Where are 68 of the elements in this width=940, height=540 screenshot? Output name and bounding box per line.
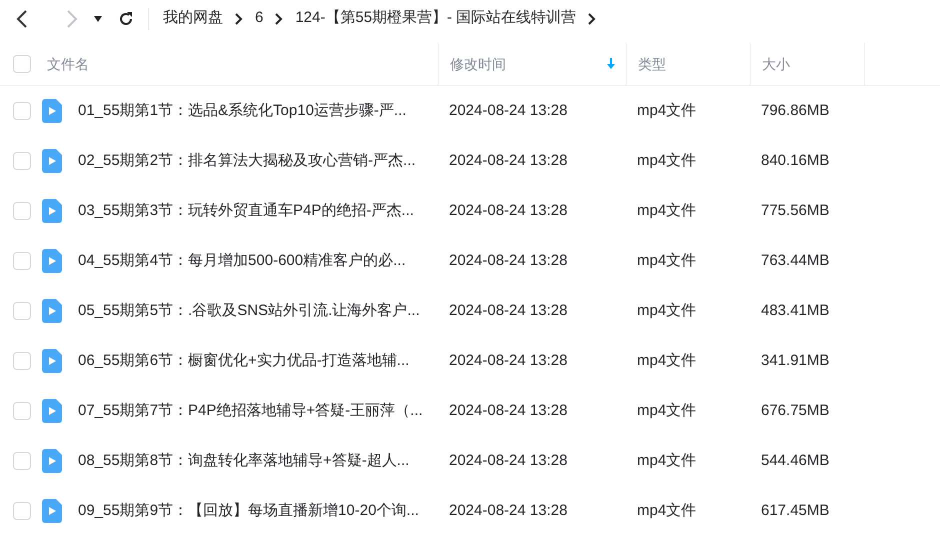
file-type: mp4文件 xyxy=(636,300,698,321)
checkbox[interactable] xyxy=(13,452,31,470)
modified-time: 2024-08-24 13:28 xyxy=(448,100,568,121)
file-type: mp4文件 xyxy=(636,200,698,221)
checkbox[interactable] xyxy=(13,402,31,420)
modified-time: 2024-08-24 13:28 xyxy=(448,450,568,471)
file-size: 676.75MB xyxy=(760,400,830,421)
file-type: mp4文件 xyxy=(636,500,698,521)
file-name[interactable]: 01_55期第1节：选品&系统化Top10运营步骤-严... xyxy=(78,100,406,122)
file-type: mp4文件 xyxy=(636,450,698,471)
refresh-icon[interactable] xyxy=(118,10,134,26)
modified-time: 2024-08-24 13:28 xyxy=(448,300,568,321)
file-name[interactable]: 03_55期第3节：玩转外贸直通车P4P的绝招-严杰... xyxy=(78,200,414,222)
checkbox[interactable] xyxy=(13,102,31,120)
checkbox[interactable] xyxy=(13,502,31,520)
checkbox[interactable] xyxy=(13,202,31,220)
video-file-icon xyxy=(42,499,62,523)
file-size: 617.45MB xyxy=(760,500,830,521)
breadcrumb-item[interactable]: 我的网盘 xyxy=(163,7,223,30)
file-name[interactable]: 02_55期第2节：排名算法大揭秘及攻心营销-严杰... xyxy=(78,150,416,172)
chevron-icon xyxy=(588,12,596,24)
file-name[interactable]: 08_55期第8节：询盘转化率落地辅导+答疑-超人... xyxy=(78,450,410,472)
dropdown-icon[interactable] xyxy=(94,16,102,22)
file-type: mp4文件 xyxy=(636,150,698,171)
column-header[interactable]: 文件名 xyxy=(47,54,89,74)
file-size: 763.44MB xyxy=(760,250,830,271)
file-name[interactable]: 07_55期第7节：P4P绝招落地辅导+答疑-王丽萍（... xyxy=(78,400,423,422)
video-file-icon xyxy=(42,349,62,373)
modified-time: 2024-08-24 13:28 xyxy=(448,350,568,371)
sort-arrow-icon[interactable] xyxy=(606,58,616,70)
video-file-icon xyxy=(42,149,62,173)
file-size: 483.41MB xyxy=(760,300,830,321)
file-name[interactable]: 05_55期第5节：.谷歌及SNS站外引流.让海外客户... xyxy=(78,300,420,322)
video-file-icon xyxy=(42,399,62,423)
video-file-icon xyxy=(42,449,62,473)
checkbox[interactable] xyxy=(13,252,31,270)
file-name[interactable]: 04_55期第4节：每月增加500-600精准客户的必... xyxy=(78,250,406,272)
file-type: mp4文件 xyxy=(636,400,698,421)
modified-time: 2024-08-24 13:28 xyxy=(448,250,568,271)
video-file-icon xyxy=(42,199,62,223)
video-file-icon xyxy=(42,249,62,273)
column-header[interactable]: 类型 xyxy=(638,54,666,74)
column-header[interactable]: 大小 xyxy=(762,54,790,74)
breadcrumb-item[interactable]: 6 xyxy=(255,7,264,30)
checkbox[interactable] xyxy=(13,302,31,320)
file-name[interactable]: 09_55期第9节：【回放】每场直播新增10-20个询... xyxy=(78,500,419,522)
modified-time: 2024-08-24 13:28 xyxy=(448,500,568,521)
modified-time: 2024-08-24 13:28 xyxy=(448,400,568,421)
checkbox[interactable] xyxy=(13,55,31,73)
file-type: mp4文件 xyxy=(636,250,698,271)
checkbox[interactable] xyxy=(13,152,31,170)
chevron-icon xyxy=(235,12,243,24)
chevron-icon xyxy=(275,12,284,24)
file-size: 544.46MB xyxy=(760,450,830,471)
modified-time: 2024-08-24 13:28 xyxy=(448,200,568,221)
video-file-icon xyxy=(42,299,62,323)
file-type: mp4文件 xyxy=(636,350,698,371)
breadcrumb-item[interactable]: 124-【第55期橙果营】- 国际站在线特训营 xyxy=(295,7,576,30)
video-file-icon xyxy=(42,99,62,123)
file-size: 796.86MB xyxy=(760,100,830,121)
modified-time: 2024-08-24 13:28 xyxy=(448,150,568,171)
checkbox[interactable] xyxy=(13,352,31,370)
file-type: mp4文件 xyxy=(636,100,698,121)
column-header[interactable]: 修改时间 xyxy=(450,54,506,74)
file-size: 840.16MB xyxy=(760,150,830,171)
file-name[interactable]: 06_55期第6节：橱窗优化+实力优品-打造落地辅... xyxy=(78,350,410,372)
file-size: 775.56MB xyxy=(760,200,830,221)
file-size: 341.91MB xyxy=(760,350,830,371)
